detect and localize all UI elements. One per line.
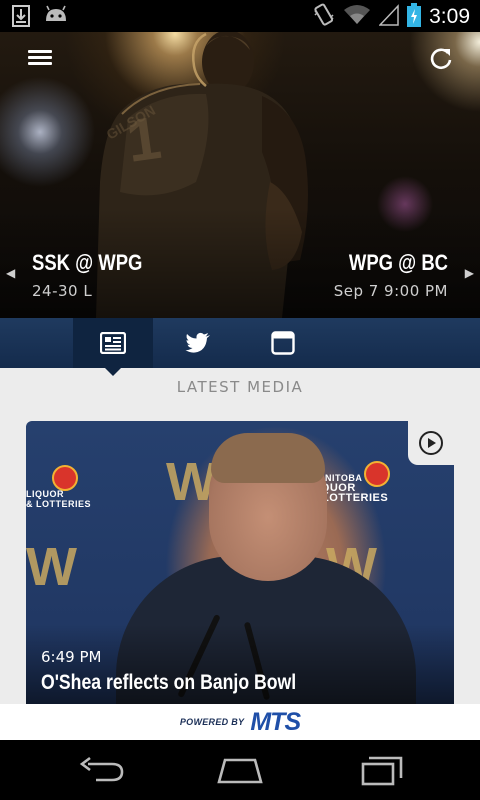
recents-icon [361,756,403,786]
system-nav-bar [0,740,480,800]
battery-charging-icon [407,3,422,31]
home-button[interactable] [215,754,265,786]
recents-button[interactable] [357,754,407,786]
sponsor-text-line: & LOTTERIES [26,499,92,509]
menu-button[interactable] [28,50,52,70]
last-game-matchup: SSK @ WPG [32,250,143,275]
media-card[interactable]: W W W W LIQUOR & LOTTERIES MANITOBA LIQU… [26,421,454,704]
sponsor-logo [52,465,78,491]
mts-logo: MTS [250,707,301,736]
calendar-icon [271,331,295,355]
refresh-button[interactable] [428,46,454,72]
next-game-arrow[interactable]: ▶ [465,266,474,280]
backdrop-logo-w: W [26,537,77,597]
back-button[interactable] [76,754,126,786]
sponsor-footer[interactable]: POWERED BY MTS [0,704,480,740]
sponsor-text-line: LIQUOR [26,489,64,499]
status-bar: 3:09 [0,0,480,32]
tab-news[interactable] [73,318,153,376]
android-icon [44,5,68,31]
hamburger-icon [28,50,52,53]
wifi-icon [343,4,371,30]
play-video-button[interactable] [408,421,454,465]
vibrate-icon [313,3,335,31]
signal-icon [378,4,399,30]
prev-game-arrow[interactable]: ◀ [6,266,15,280]
status-time: 3:09 [429,5,470,28]
section-title: LATEST MEDIA [176,378,304,396]
app-root: 3:09 1 GILSON ◀ ▶ SSK @ WPG 24-30 L WPG … [0,0,480,800]
tab-twitter[interactable] [158,318,238,368]
powered-by-label: POWERED BY [179,717,245,727]
back-icon [79,756,124,782]
sponsor-text: LIQUOR & LOTTERIES [26,489,91,509]
play-icon [419,431,443,455]
last-game-score[interactable]: SSK @ WPG 24-30 L [32,250,163,300]
tab-schedule[interactable] [243,318,323,368]
hero-banner[interactable]: 1 GILSON ◀ ▶ SSK @ WPG 24-30 L WPG @ BC … [0,32,480,318]
next-game-datetime: Sep 7 9:00 PM [333,282,448,300]
last-game-result: 24-30 L [32,282,93,300]
refresh-icon [430,48,452,70]
hamburger-line [28,56,52,59]
speaker-hair [211,433,325,483]
next-game-matchup: WPG @ BC [348,250,448,275]
download-icon [12,5,30,31]
next-game-score[interactable]: WPG @ BC Sep 7 9:00 PM [330,250,448,300]
news-icon [100,332,126,354]
home-icon [217,758,263,784]
twitter-icon [185,332,210,353]
media-title: O'Shea reflects on Banjo Bowl [41,671,297,694]
media-time: 6:49 PM [41,648,102,666]
tab-bar [0,318,480,376]
hamburger-line [28,62,52,65]
